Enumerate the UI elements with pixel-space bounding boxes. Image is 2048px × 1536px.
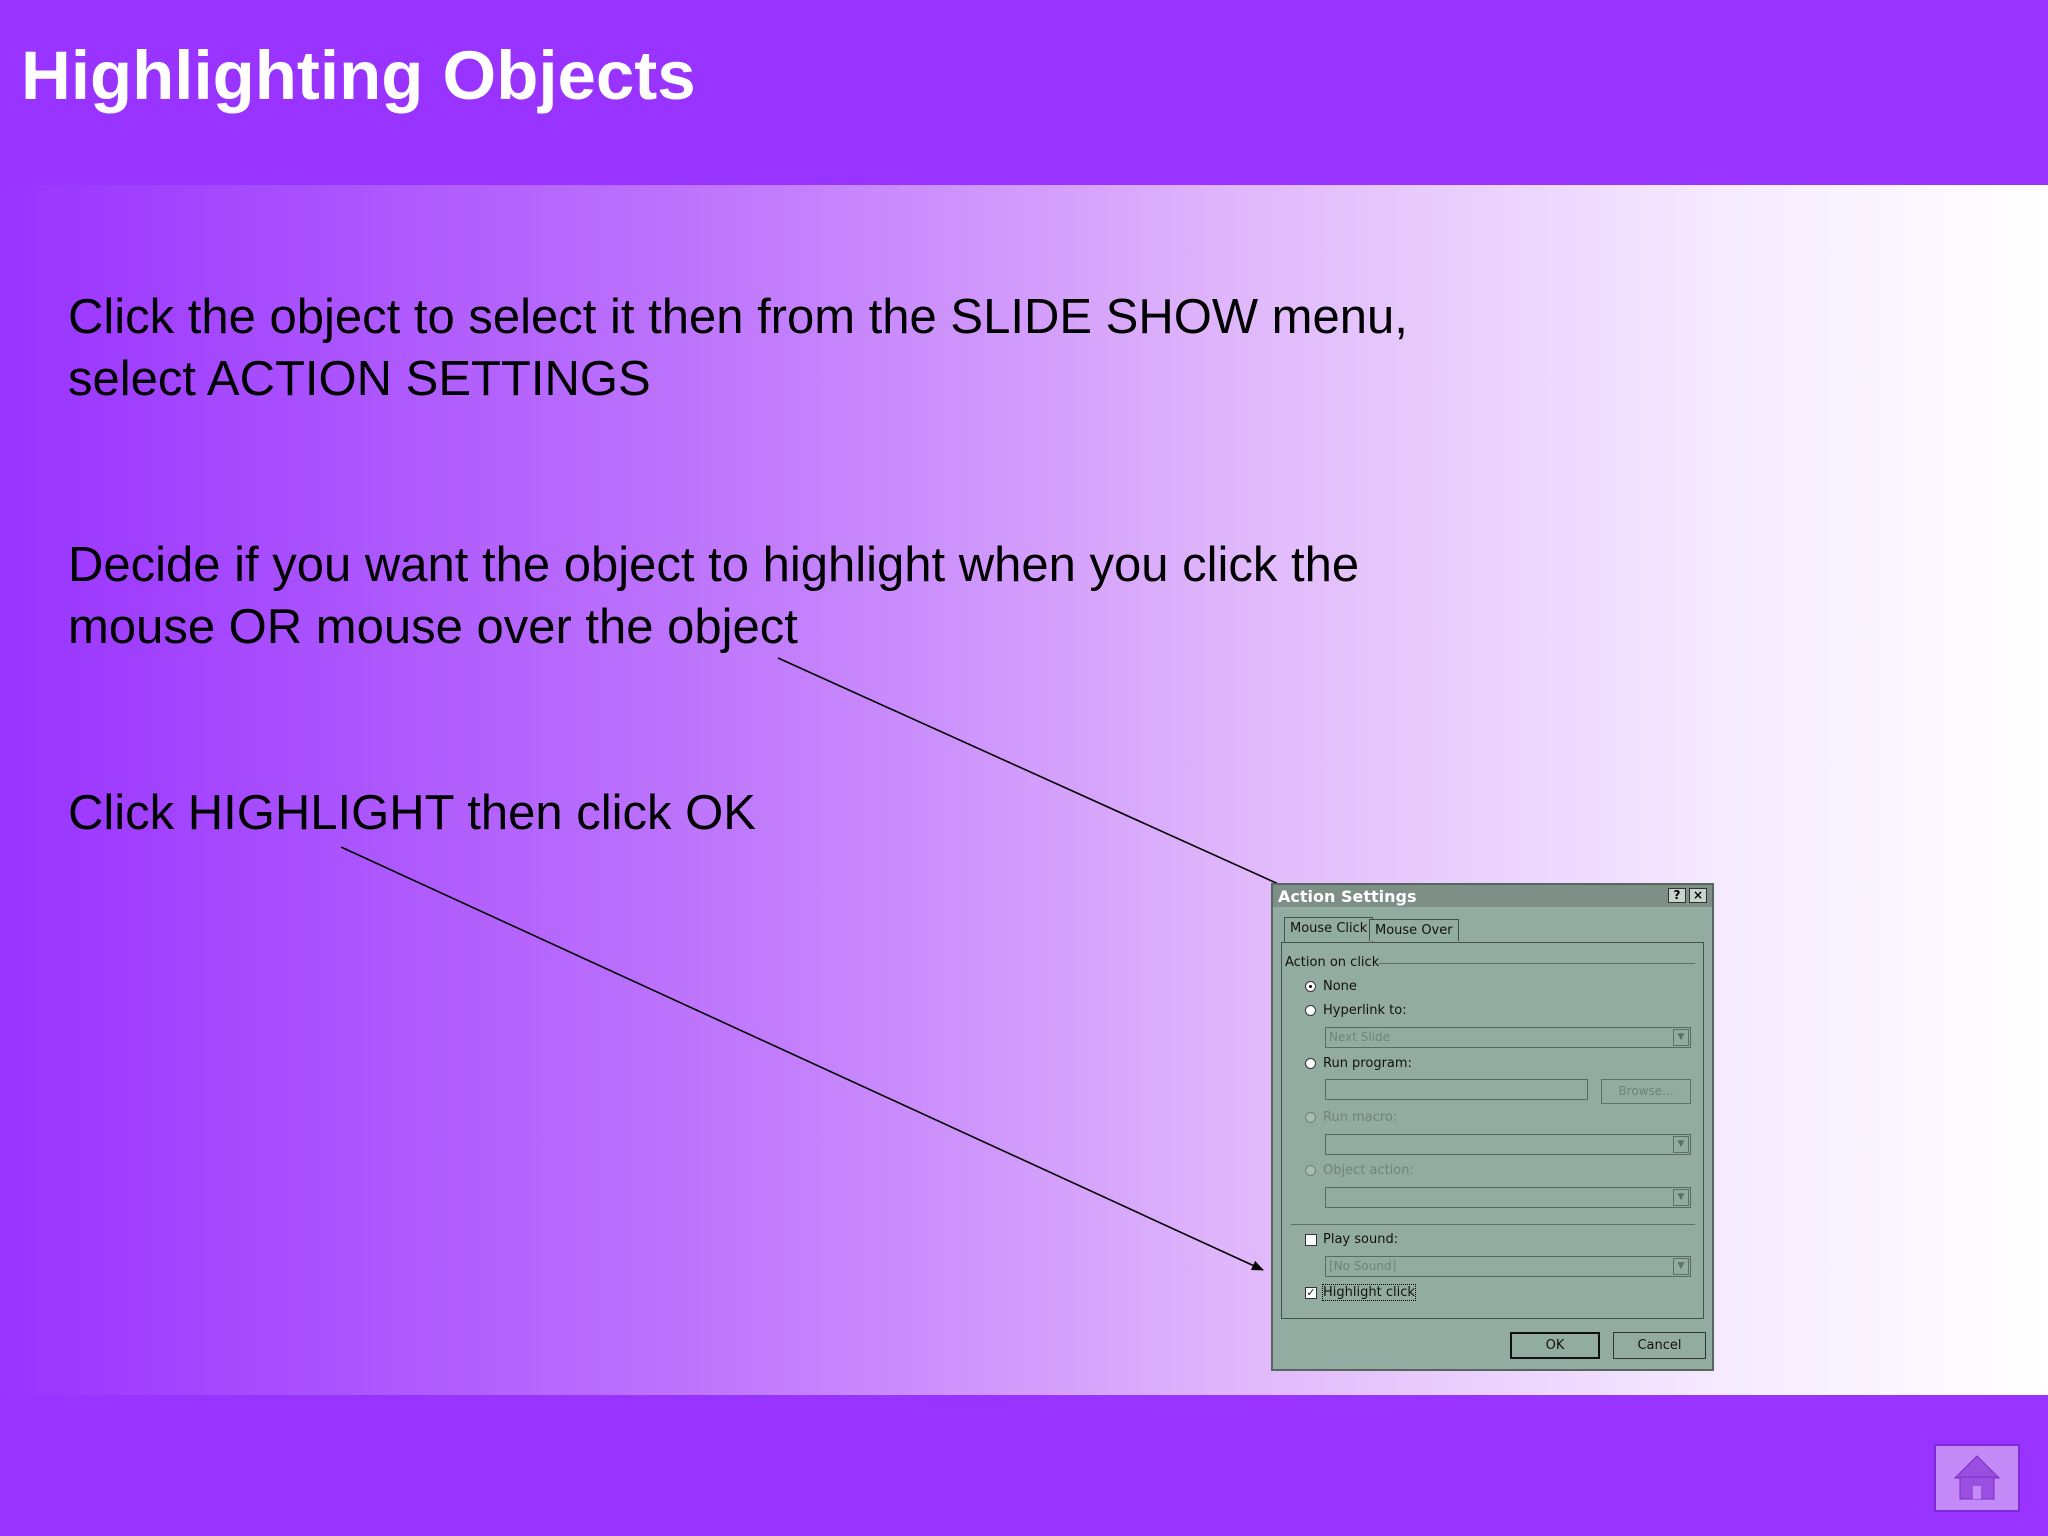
dialog-titlebar[interactable]: Action Settings ? ×: [1273, 885, 1712, 907]
highlight-click-checkbox[interactable]: ✓: [1305, 1287, 1317, 1299]
section-divider: [1291, 1224, 1695, 1225]
dropdown-arrow-icon[interactable]: ▼: [1673, 1258, 1689, 1275]
dropdown-arrow-icon[interactable]: ▼: [1673, 1189, 1689, 1206]
instruction-line: select ACTION SETTINGS: [68, 352, 651, 406]
run-macro-select[interactable]: ▼: [1325, 1134, 1691, 1155]
instruction-line: mouse OR mouse over the object: [68, 600, 798, 654]
object-action-select[interactable]: ▼: [1325, 1187, 1691, 1208]
option-object-action-label: Object action:: [1323, 1163, 1414, 1178]
ok-button[interactable]: OK: [1510, 1332, 1600, 1359]
option-hyperlink-label: Hyperlink to:: [1323, 1003, 1407, 1018]
option-run-macro-label: Run macro:: [1323, 1110, 1398, 1125]
option-none-label: None: [1323, 979, 1357, 994]
tab-mouse-click[interactable]: Mouse Click: [1284, 917, 1374, 942]
radio-run-program[interactable]: [1305, 1058, 1316, 1069]
slide-title: Highlighting Objects: [21, 37, 696, 114]
play-sound-label: Play sound:: [1323, 1232, 1399, 1247]
close-button[interactable]: ×: [1689, 888, 1707, 903]
instruction-step-2: Decide if you want the object to highlig…: [68, 534, 1359, 658]
browse-button[interactable]: Browse...: [1601, 1079, 1691, 1104]
instruction-step-1: Click the object to select it then from …: [68, 286, 1408, 410]
action-settings-dialog: Action Settings ? × Mouse Click Mouse Ov…: [1271, 883, 1714, 1371]
slide-footer: [0, 1395, 2048, 1536]
radio-object-action[interactable]: [1305, 1165, 1316, 1176]
dialog-title: Action Settings: [1278, 887, 1417, 906]
play-sound-checkbox[interactable]: [1305, 1234, 1317, 1246]
home-icon: [1953, 1455, 2001, 1500]
hyperlink-select-value: Next Slide: [1329, 1030, 1391, 1044]
run-program-input[interactable]: [1325, 1079, 1588, 1100]
instruction-step-3: Click HIGHLIGHT then click OK: [68, 782, 756, 844]
group-divider: [1379, 963, 1695, 964]
instruction-line: Click the object to select it then from …: [68, 290, 1408, 344]
group-label-action-on-click: Action on click: [1285, 955, 1380, 970]
sound-select-value: [No Sound]: [1329, 1259, 1397, 1273]
sound-select[interactable]: [No Sound] ▼: [1325, 1256, 1691, 1277]
tab-mouse-over[interactable]: Mouse Over: [1369, 919, 1459, 941]
radio-run-macro[interactable]: [1305, 1112, 1316, 1123]
slide-header: Highlighting Objects: [0, 0, 2048, 185]
highlight-click-label: Highlight click: [1322, 1284, 1416, 1301]
radio-hyperlink[interactable]: [1305, 1005, 1316, 1016]
home-button[interactable]: [1934, 1444, 2020, 1512]
dropdown-arrow-icon[interactable]: ▼: [1673, 1029, 1689, 1046]
radio-none[interactable]: [1305, 981, 1316, 992]
instruction-line: Click HIGHLIGHT then click OK: [68, 786, 756, 840]
help-button[interactable]: ?: [1668, 888, 1686, 903]
hyperlink-select[interactable]: Next Slide ▼: [1325, 1027, 1691, 1048]
instruction-line: Decide if you want the object to highlig…: [68, 538, 1360, 592]
cancel-button[interactable]: Cancel: [1613, 1332, 1706, 1359]
option-run-program-label: Run program:: [1323, 1056, 1412, 1071]
dropdown-arrow-icon[interactable]: ▼: [1673, 1136, 1689, 1153]
